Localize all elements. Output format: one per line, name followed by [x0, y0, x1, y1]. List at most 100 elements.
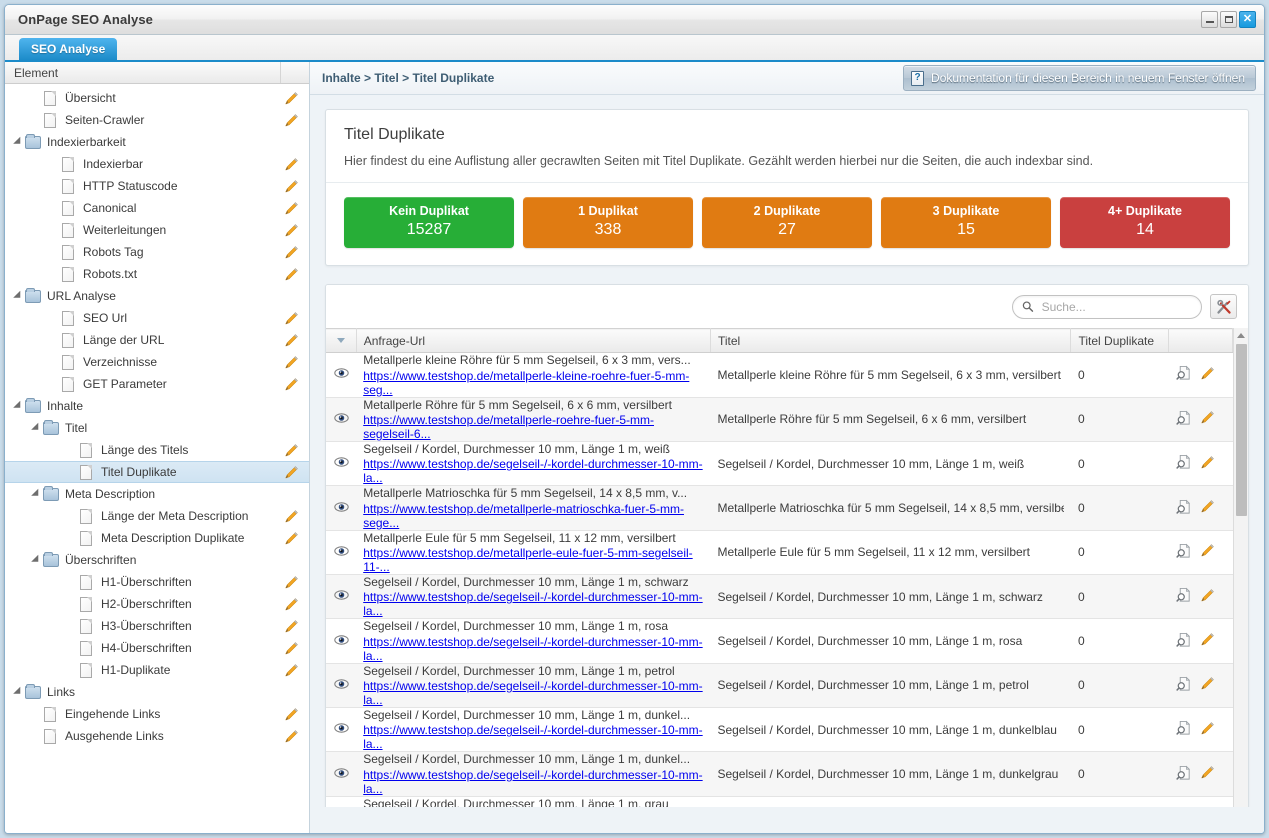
pencil-icon[interactable] [284, 509, 299, 524]
pencil-icon[interactable] [1200, 499, 1215, 517]
minimize-button[interactable] [1201, 11, 1218, 28]
row-view-cell[interactable] [326, 530, 357, 576]
sidebar-item-überschriften[interactable]: Überschriften [5, 549, 309, 571]
pencil-icon[interactable] [284, 597, 299, 612]
sidebar-item-h2-überschriften[interactable]: H2-Überschriften [5, 593, 309, 615]
documentation-button[interactable]: ? Dokumentation für diesen Bereich in ne… [903, 65, 1256, 91]
row-url-link[interactable]: https://www.testshop.de/metallperle-matr… [363, 502, 684, 529]
scroll-track[interactable] [1234, 342, 1248, 807]
document-search-icon[interactable] [1176, 632, 1192, 651]
tree-expander-icon[interactable] [11, 400, 25, 412]
tree-expander-icon[interactable] [11, 136, 25, 148]
row-url-link[interactable]: https://www.testshop.de/segelseil-/-kord… [363, 590, 702, 617]
document-search-icon[interactable] [1176, 365, 1192, 384]
row-view-cell[interactable] [326, 441, 357, 487]
row-view-cell[interactable] [326, 397, 357, 442]
stat-tile[interactable]: 2 Duplikate 27 [702, 197, 872, 249]
row-url-link[interactable]: https://www.testshop.de/metallperle-klei… [363, 369, 689, 396]
table-row[interactable]: Segelseil / Kordel, Durchmesser 10 mm, L… [326, 618, 1233, 664]
pencil-icon[interactable] [284, 245, 299, 260]
tree-expander-icon[interactable] [29, 488, 43, 500]
table-row[interactable]: Segelseil / Kordel, Durchmesser 10 mm, L… [326, 663, 1233, 709]
pencil-icon[interactable] [1200, 632, 1215, 650]
pencil-icon[interactable] [284, 619, 299, 634]
row-url-link[interactable]: https://www.testshop.de/segelseil-/-kord… [363, 723, 702, 750]
search-input[interactable] [1039, 298, 1192, 315]
eye-icon[interactable] [333, 368, 349, 382]
row-view-cell[interactable] [326, 707, 357, 753]
tools-button[interactable] [1210, 294, 1237, 320]
sidebar-item-h1-überschriften[interactable]: H1-Überschriften [5, 571, 309, 593]
row-view-cell[interactable] [326, 618, 357, 664]
document-search-icon[interactable] [1176, 676, 1192, 695]
column-header-url[interactable]: Anfrage-Url [356, 328, 711, 354]
row-url-link[interactable]: https://www.testshop.de/metallperle-roeh… [363, 413, 654, 440]
table-row[interactable]: Metallperle Matrioschka für 5 mm Segelse… [326, 485, 1233, 531]
sidebar-item-übersicht[interactable]: Übersicht [5, 87, 309, 109]
eye-icon[interactable] [333, 679, 349, 693]
row-url-link[interactable]: https://www.testshop.de/segelseil-/-kord… [363, 457, 702, 484]
table-row[interactable]: Segelseil / Kordel, Durchmesser 10 mm, L… [326, 441, 1233, 487]
row-view-cell[interactable] [326, 352, 357, 398]
tree-expander-icon[interactable] [29, 422, 43, 434]
document-search-icon[interactable] [1176, 499, 1192, 518]
pencil-icon[interactable] [1200, 410, 1215, 428]
pencil-icon[interactable] [284, 443, 299, 458]
pencil-icon[interactable] [284, 729, 299, 744]
scroll-thumb[interactable] [1236, 344, 1247, 517]
pencil-icon[interactable] [284, 465, 299, 480]
sidebar-item-get-parameter[interactable]: GET Parameter [5, 373, 309, 395]
grid-vertical-scrollbar[interactable] [1233, 328, 1248, 807]
eye-icon[interactable] [333, 413, 349, 427]
pencil-icon[interactable] [284, 223, 299, 238]
sidebar-item-seo-url[interactable]: SEO Url [5, 307, 309, 329]
document-search-icon[interactable] [1176, 765, 1192, 784]
sidebar-item-titel-duplikate[interactable]: Titel Duplikate [5, 461, 309, 483]
sidebar-item-seiten-crawler[interactable]: Seiten-Crawler [5, 109, 309, 131]
sidebar-item-http-statuscode[interactable]: HTTP Statuscode [5, 175, 309, 197]
eye-icon[interactable] [333, 501, 349, 516]
eye-icon[interactable] [333, 546, 349, 560]
table-row[interactable]: Segelseil / Kordel, Durchmesser 10 mm, L… [326, 796, 1233, 807]
pencil-icon[interactable] [284, 333, 299, 348]
pencil-icon[interactable] [1200, 455, 1215, 473]
sidebar-item-ausgehende-links[interactable]: Ausgehende Links [5, 725, 309, 747]
eye-icon[interactable] [333, 457, 349, 471]
pencil-icon[interactable] [284, 311, 299, 326]
pencil-icon[interactable] [1200, 543, 1215, 561]
stat-tile[interactable]: 3 Duplikate 15 [881, 197, 1051, 249]
eye-icon[interactable] [333, 590, 349, 604]
pencil-icon[interactable] [1200, 366, 1215, 384]
pencil-icon[interactable] [284, 157, 299, 172]
sidebar-item-länge-des-titels[interactable]: Länge des Titels [5, 439, 309, 461]
column-header-duplicates[interactable]: Titel Duplikate [1070, 328, 1170, 354]
search-box[interactable] [1012, 294, 1202, 319]
sidebar-item-meta-description-duplikate[interactable]: Meta Description Duplikate [5, 527, 309, 549]
row-url-link[interactable]: https://www.testshop.de/segelseil-/-kord… [363, 635, 702, 662]
sidebar-item-indexierbar[interactable]: Indexierbar [5, 153, 309, 175]
tab-seo-analyse[interactable]: SEO Analyse [19, 38, 118, 60]
row-view-cell[interactable] [326, 663, 357, 709]
pencil-icon[interactable] [284, 663, 299, 678]
table-row[interactable]: Metallperle Röhre für 5 mm Segelseil, 6 … [326, 397, 1233, 442]
pencil-icon[interactable] [1200, 676, 1215, 694]
row-view-cell[interactable] [326, 574, 357, 620]
column-header-title[interactable]: Titel [710, 328, 1072, 354]
eye-icon[interactable] [333, 634, 349, 649]
document-search-icon[interactable] [1176, 543, 1192, 562]
sidebar-item-robots-tag[interactable]: Robots Tag [5, 241, 309, 263]
pencil-icon[interactable] [284, 355, 299, 370]
document-search-icon[interactable] [1176, 410, 1192, 429]
row-url-link[interactable]: https://www.testshop.de/metallperle-eule… [363, 546, 692, 573]
row-view-cell[interactable] [326, 751, 357, 797]
pencil-icon[interactable] [1200, 588, 1215, 606]
sidebar-item-canonical[interactable]: Canonical [5, 197, 309, 219]
pencil-icon[interactable] [1200, 721, 1215, 739]
table-row[interactable]: Segelseil / Kordel, Durchmesser 10 mm, L… [326, 751, 1233, 797]
pencil-icon[interactable] [284, 113, 299, 128]
scroll-up-button[interactable] [1234, 328, 1248, 343]
row-view-cell[interactable] [326, 485, 357, 531]
sidebar-item-url-analyse[interactable]: URL Analyse [5, 285, 309, 307]
pencil-icon[interactable] [284, 201, 299, 216]
sidebar-item-verzeichnisse[interactable]: Verzeichnisse [5, 351, 309, 373]
